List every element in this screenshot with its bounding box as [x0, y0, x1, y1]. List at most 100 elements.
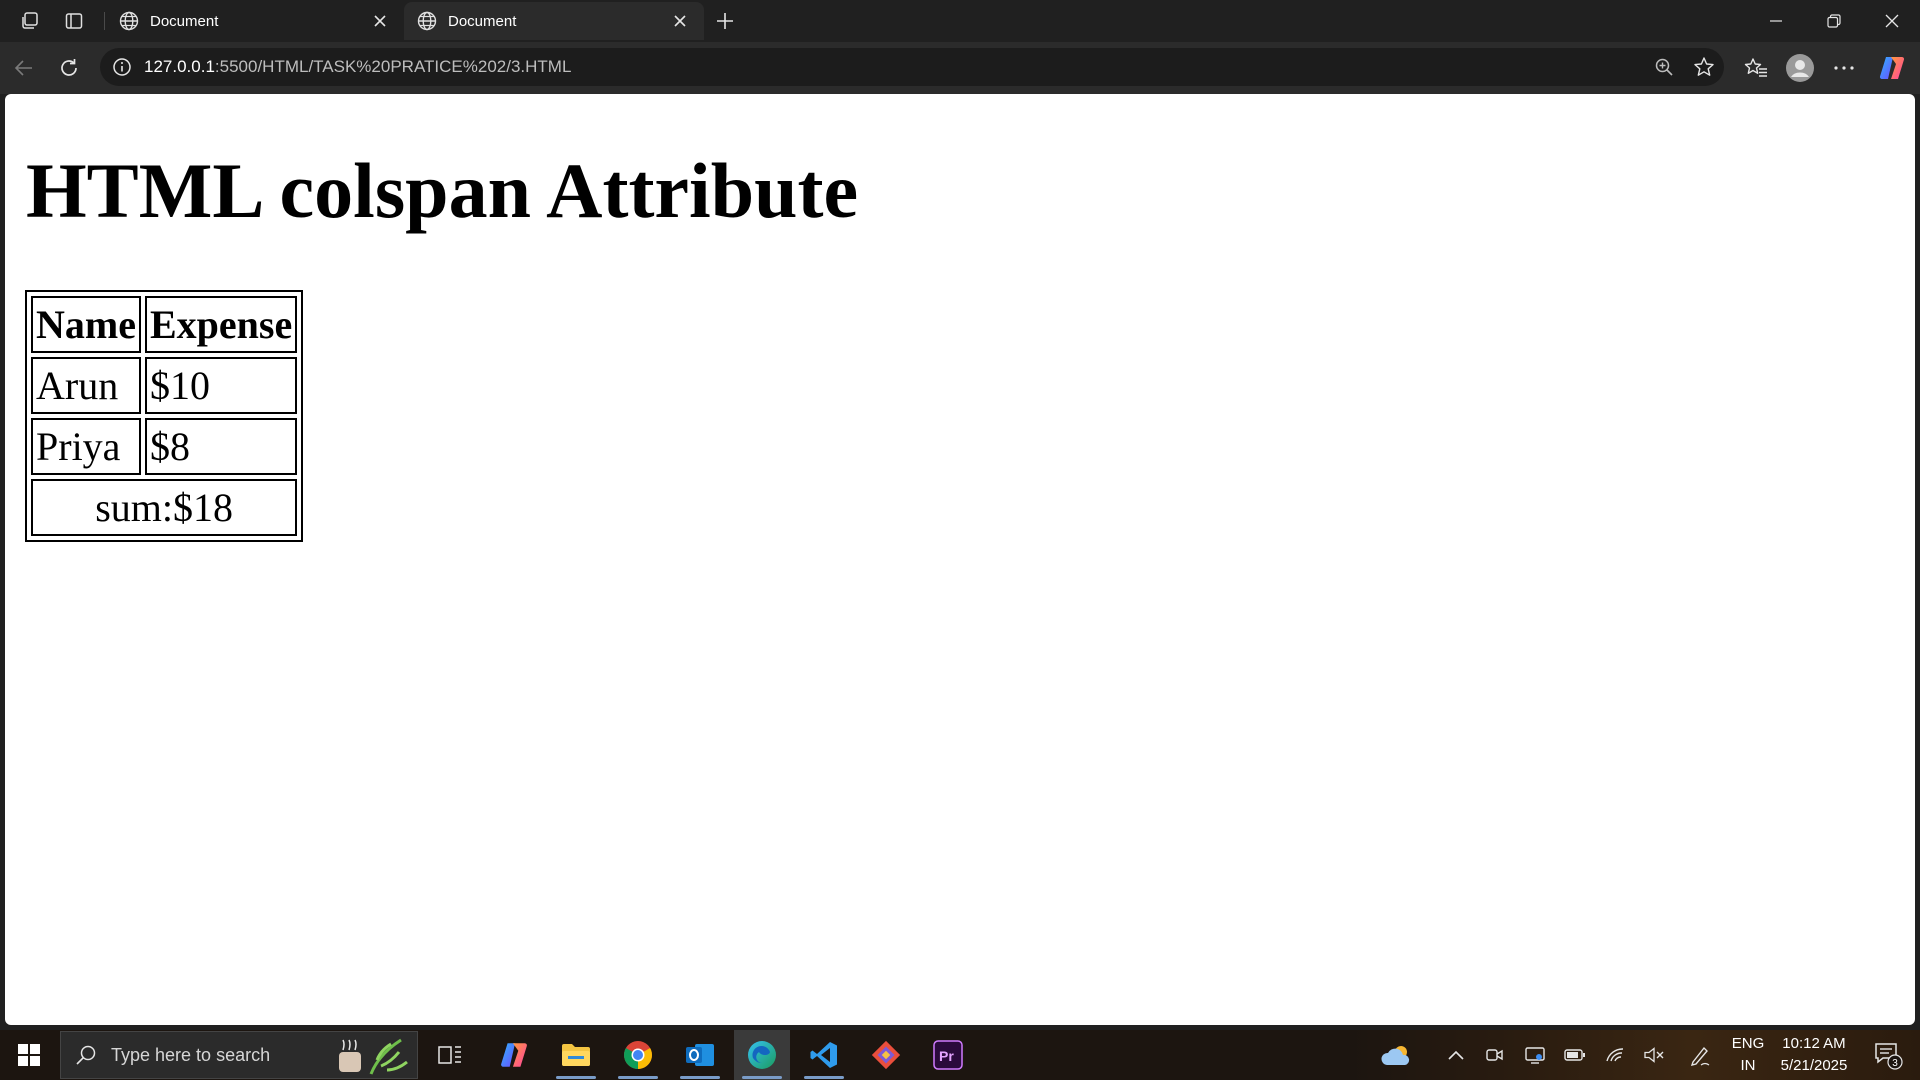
globe-icon — [417, 11, 437, 31]
notification-center-button[interactable]: 3 — [1866, 1030, 1910, 1080]
taskbar-search-box[interactable]: Type here to search — [60, 1031, 418, 1079]
svg-text:Pr: Pr — [939, 1048, 954, 1064]
copilot-icon — [501, 1043, 527, 1067]
taskbar-premiere-pro[interactable]: Pr — [920, 1030, 976, 1080]
edge-icon — [748, 1041, 776, 1069]
screen-share-icon — [1525, 1047, 1545, 1064]
tray-battery[interactable] — [1562, 1030, 1588, 1080]
back-button[interactable] — [8, 52, 40, 84]
cell-name: Arun — [31, 357, 141, 414]
tab-close-button[interactable] — [668, 9, 692, 33]
region-code: IN — [1740, 1057, 1756, 1074]
zoom-button[interactable] — [1648, 51, 1680, 83]
running-indicator — [680, 1076, 720, 1079]
refresh-button[interactable] — [53, 52, 85, 84]
table-footer-row: sum:$18 — [31, 479, 298, 536]
address-bar[interactable]: 127.0.0.1:5500/HTML/TASK%20PRATICE%202/3… — [100, 48, 1724, 86]
tray-remote-connection[interactable] — [1522, 1030, 1548, 1080]
language-code: ENG — [1731, 1035, 1765, 1052]
tab-actions-icon — [65, 13, 83, 29]
tray-network[interactable] — [1602, 1030, 1628, 1080]
close-icon — [674, 15, 686, 27]
favorites-icon — [1744, 58, 1767, 77]
tab-document-2[interactable]: Document — [404, 2, 704, 40]
language-indicator[interactable]: ENG IN — [1728, 1030, 1768, 1080]
task-view-icon — [438, 1046, 461, 1064]
header-expense: Expense — [144, 296, 298, 353]
info-icon[interactable] — [112, 57, 132, 77]
taskbar-copilot[interactable] — [486, 1030, 542, 1080]
url-path: :5500/HTML/TASK%20PRATICE%202/3.HTML — [214, 57, 572, 76]
browser-toolbar: 127.0.0.1:5500/HTML/TASK%20PRATICE%202/3… — [0, 42, 1920, 94]
restore-button[interactable] — [1806, 0, 1862, 42]
new-tab-button[interactable] — [709, 6, 741, 36]
close-icon — [374, 15, 386, 27]
browser-title-bar: Document Document — [0, 0, 1920, 42]
taskbar-outlook[interactable] — [672, 1030, 728, 1080]
clock-date: 5/21/2025 — [1780, 1057, 1848, 1074]
globe-icon — [119, 11, 139, 31]
notification-count: 3 — [1892, 1058, 1898, 1069]
start-button[interactable] — [0, 1030, 58, 1080]
taskbar: Type here to search Pr ENG IN 10:12 AM 5… — [0, 1030, 1920, 1080]
taskbar-chrome[interactable] — [610, 1030, 666, 1080]
vscode-icon — [810, 1042, 837, 1068]
chevron-up-icon — [1448, 1050, 1464, 1060]
clock-time: 10:12 AM — [1782, 1035, 1846, 1052]
tray-meet-now[interactable] — [1482, 1030, 1508, 1080]
add-favorite-button[interactable] — [1688, 51, 1720, 83]
tab-close-button[interactable] — [368, 9, 392, 33]
star-icon — [1694, 57, 1714, 76]
more-options-icon — [1834, 66, 1854, 70]
show-hidden-icons-button[interactable] — [1442, 1030, 1470, 1080]
volume-muted-icon — [1644, 1047, 1664, 1063]
page-heading: HTML colspan Attribute — [26, 147, 859, 234]
taskbar-edge[interactable] — [734, 1030, 790, 1080]
search-placeholder: Type here to search — [111, 1044, 271, 1065]
cell-name: Priya — [31, 418, 141, 475]
minimize-button[interactable] — [1748, 0, 1804, 42]
clock[interactable]: 10:12 AM 5/21/2025 — [1772, 1030, 1856, 1080]
notification-icon: 3 — [1875, 1043, 1903, 1070]
back-arrow-icon — [14, 60, 32, 76]
settings-and-more-button[interactable] — [1828, 52, 1860, 84]
vertical-tabs-button[interactable] — [58, 6, 90, 36]
running-indicator — [804, 1076, 844, 1079]
close-window-button[interactable] — [1864, 0, 1920, 42]
sum-cell: sum:$18 — [31, 479, 298, 536]
tray-volume[interactable] — [1640, 1030, 1668, 1080]
tab-title: Document — [448, 12, 517, 30]
search-icon — [76, 1045, 96, 1065]
taskbar-git-app[interactable] — [858, 1030, 914, 1080]
weather-widget[interactable] — [1374, 1030, 1418, 1080]
tab-separator — [104, 12, 105, 30]
copilot-button[interactable] — [1876, 52, 1908, 84]
tab-title: Document — [150, 12, 219, 30]
url-text[interactable]: 127.0.0.1:5500/HTML/TASK%20PRATICE%202/3… — [144, 57, 571, 77]
table-row: Priya $8 — [31, 418, 298, 475]
workspaces-button[interactable] — [14, 6, 46, 36]
workspaces-icon — [22, 12, 38, 29]
zoom-in-icon — [1655, 58, 1673, 76]
running-indicator — [618, 1076, 658, 1079]
favorites-button[interactable] — [1740, 52, 1772, 84]
taskbar-file-explorer[interactable] — [548, 1030, 604, 1080]
tray-pen-menu[interactable] — [1686, 1030, 1714, 1080]
taskbar-vscode[interactable] — [796, 1030, 852, 1080]
cell-expense: $10 — [144, 357, 298, 414]
running-indicator — [556, 1076, 596, 1079]
table-row: Arun $10 — [31, 357, 298, 414]
tab-document-1[interactable]: Document — [106, 2, 404, 40]
profile-button[interactable] — [1784, 52, 1816, 84]
close-icon — [1885, 14, 1899, 28]
wifi-icon — [1606, 1048, 1624, 1062]
windows-logo-icon — [18, 1044, 40, 1066]
search-highlight-illustration-icon — [339, 1038, 408, 1075]
running-indicator — [742, 1076, 782, 1079]
copilot-icon — [1879, 56, 1905, 80]
cloud-icon — [1381, 1046, 1410, 1065]
restore-icon — [1827, 14, 1841, 28]
outlook-icon — [686, 1044, 714, 1066]
task-view-button[interactable] — [422, 1030, 478, 1080]
battery-icon — [1564, 1049, 1585, 1061]
